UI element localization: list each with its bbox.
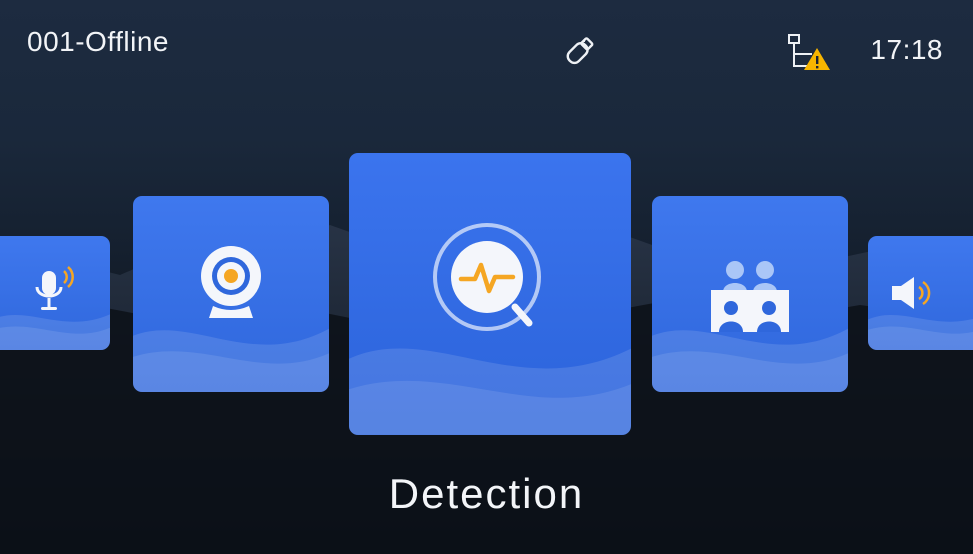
menu-card-camera[interactable]	[133, 196, 329, 392]
menu-card-voice[interactable]	[0, 236, 110, 350]
microphone-icon	[35, 266, 75, 310]
menu-card-detection[interactable]	[349, 153, 631, 435]
webcam-icon	[201, 246, 261, 319]
selected-item-label: Detection	[388, 470, 585, 517]
device-name: 001-Offline	[27, 26, 169, 57]
clock: 17:18	[870, 34, 943, 65]
speaker-volume-icon	[891, 277, 931, 309]
group-meeting-icon	[711, 260, 789, 332]
network-warning-icon	[788, 34, 830, 70]
menu-card-group[interactable]	[652, 196, 848, 392]
home-screen: 001-Offline 17:18 Detection	[0, 0, 973, 554]
detection-search-icon	[433, 222, 541, 331]
menu-card-volume[interactable]	[868, 236, 973, 350]
usb-drive-icon	[566, 37, 594, 65]
